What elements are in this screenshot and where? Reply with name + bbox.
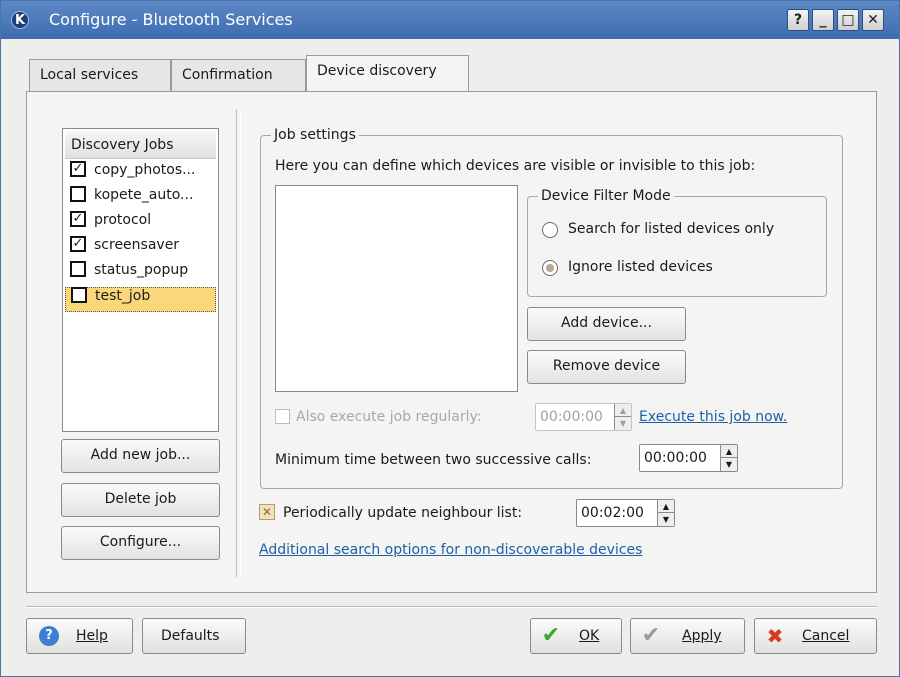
- device-filter-mode-title: Device Filter Mode: [538, 188, 674, 204]
- radio-ignore-listed-label[interactable]: Ignore listed devices: [568, 259, 713, 275]
- job-label: protocol: [94, 212, 152, 228]
- spin-up-icon[interactable]: ▲: [615, 404, 631, 417]
- checkbox-checked-icon[interactable]: ✓: [70, 211, 86, 227]
- spin-down-icon[interactable]: ▼: [615, 417, 631, 430]
- radio-ignore-listed[interactable]: [542, 260, 558, 276]
- delete-job-button[interactable]: Delete job: [61, 483, 220, 517]
- list-item[interactable]: ✓ copy_photos...: [65, 161, 216, 187]
- min-time-spinbox[interactable]: 00:00:00 ▲ ▼: [639, 444, 738, 472]
- periodic-update-value: 00:02:00: [581, 505, 644, 521]
- job-label: test_job: [95, 288, 151, 304]
- job-label: status_popup: [94, 262, 189, 278]
- cancel-button[interactable]: ✖ Cancel: [754, 618, 877, 654]
- execute-job-now-link[interactable]: Execute this job now.: [639, 409, 787, 425]
- checkbox-unchecked-icon[interactable]: [71, 287, 87, 303]
- list-item[interactable]: status_popup: [65, 261, 216, 287]
- additional-search-options-link[interactable]: Additional search options for non-discov…: [259, 542, 642, 558]
- device-filter-mode-group: [527, 196, 827, 297]
- ok-label: OK: [579, 628, 600, 644]
- add-device-label: Add device...: [561, 315, 652, 331]
- defaults-label: Defaults: [161, 628, 220, 644]
- periodic-update-checkbox[interactable]: ✕: [259, 504, 275, 520]
- remove-device-button[interactable]: Remove device: [527, 350, 686, 384]
- context-help-button[interactable]: ?: [787, 9, 809, 31]
- tab-device-discovery[interactable]: Device discovery: [306, 55, 469, 91]
- kde-app-icon[interactable]: K: [11, 11, 29, 29]
- apply-button[interactable]: ✔ Apply: [630, 618, 745, 654]
- also-execute-label: Also execute job regularly:: [296, 409, 482, 425]
- splitter-handle[interactable]: [236, 109, 241, 577]
- add-device-button[interactable]: Add device...: [527, 307, 686, 341]
- radio-search-listed-only[interactable]: [542, 222, 558, 238]
- delete-job-label: Delete job: [104, 491, 177, 507]
- maximize-button[interactable]: □: [837, 9, 859, 31]
- list-item[interactable]: ✓ protocol: [65, 211, 216, 237]
- configure-job-button[interactable]: Configure...: [61, 526, 220, 560]
- job-settings-description: Here you can define which devices are vi…: [275, 158, 756, 174]
- remove-device-label: Remove device: [552, 358, 661, 374]
- job-label: kopete_auto...: [94, 187, 194, 203]
- add-new-job-button[interactable]: Add new job...: [61, 439, 220, 473]
- min-time-label: Minimum time between two successive call…: [275, 452, 592, 468]
- checkmark-icon: ✔: [541, 623, 561, 648]
- discovery-jobs-list[interactable]: Discovery Jobs ✓ copy_photos... kopete_au…: [62, 128, 219, 432]
- bottom-separator: [26, 606, 877, 608]
- list-header: Discovery Jobs: [65, 131, 216, 159]
- help-label: Help: [76, 628, 108, 644]
- cancel-label: Cancel: [802, 628, 850, 644]
- ok-button[interactable]: ✔ OK: [530, 618, 622, 654]
- configure-job-label: Configure...: [99, 534, 182, 550]
- title-bar[interactable]: K Configure - Bluetooth Services ? _ □ ✕: [1, 1, 899, 39]
- list-item[interactable]: ✓ screensaver: [65, 236, 216, 262]
- close-button[interactable]: ✕: [862, 9, 884, 31]
- job-label: copy_photos...: [94, 162, 196, 178]
- list-item[interactable]: kopete_auto...: [65, 186, 216, 212]
- list-item-selected[interactable]: test_job: [65, 287, 216, 312]
- spin-up-icon[interactable]: ▲: [721, 445, 737, 458]
- also-execute-checkbox[interactable]: [275, 408, 290, 424]
- checkbox-unchecked-icon[interactable]: [70, 261, 86, 277]
- apply-label: Apply: [682, 628, 722, 644]
- apply-checkmark-icon: ✔: [641, 623, 661, 648]
- help-icon: ?: [39, 626, 59, 646]
- checkbox-checked-icon[interactable]: ✓: [70, 161, 86, 177]
- also-execute-time-spinbox[interactable]: 00:00:00 ▲ ▼: [535, 403, 632, 431]
- also-execute-checkbox-row: Also execute job regularly:: [275, 408, 482, 425]
- window-title: Configure - Bluetooth Services: [49, 10, 293, 29]
- also-execute-time-value: 00:00:00: [540, 409, 603, 425]
- radio-search-listed-only-label[interactable]: Search for listed devices only: [568, 221, 774, 237]
- checkbox-checked-icon[interactable]: ✓: [70, 236, 86, 252]
- config-window: K Configure - Bluetooth Services ? _ □ ✕…: [0, 0, 900, 677]
- spin-down-icon[interactable]: ▼: [721, 458, 737, 471]
- device-list[interactable]: [275, 185, 518, 392]
- tab-local-services[interactable]: Local services: [29, 59, 171, 91]
- tab-confirmation[interactable]: Confirmation: [171, 59, 306, 91]
- spin-up-icon[interactable]: ▲: [658, 500, 674, 513]
- min-time-value: 00:00:00: [644, 450, 707, 466]
- periodic-update-label: Periodically update neighbour list:: [283, 505, 523, 521]
- minimize-button[interactable]: _: [812, 9, 834, 31]
- cancel-x-icon: ✖: [766, 624, 784, 648]
- job-settings-title: Job settings: [271, 127, 359, 143]
- defaults-button[interactable]: Defaults: [142, 618, 246, 654]
- periodic-update-row: ✕ Periodically update neighbour list:: [259, 504, 523, 521]
- periodic-update-spinbox[interactable]: 00:02:00 ▲ ▼: [576, 499, 675, 527]
- checkbox-unchecked-icon[interactable]: [70, 186, 86, 202]
- help-button[interactable]: ? Help: [26, 618, 133, 654]
- job-label: screensaver: [94, 237, 180, 253]
- spin-down-icon[interactable]: ▼: [658, 513, 674, 526]
- add-new-job-label: Add new job...: [90, 447, 191, 463]
